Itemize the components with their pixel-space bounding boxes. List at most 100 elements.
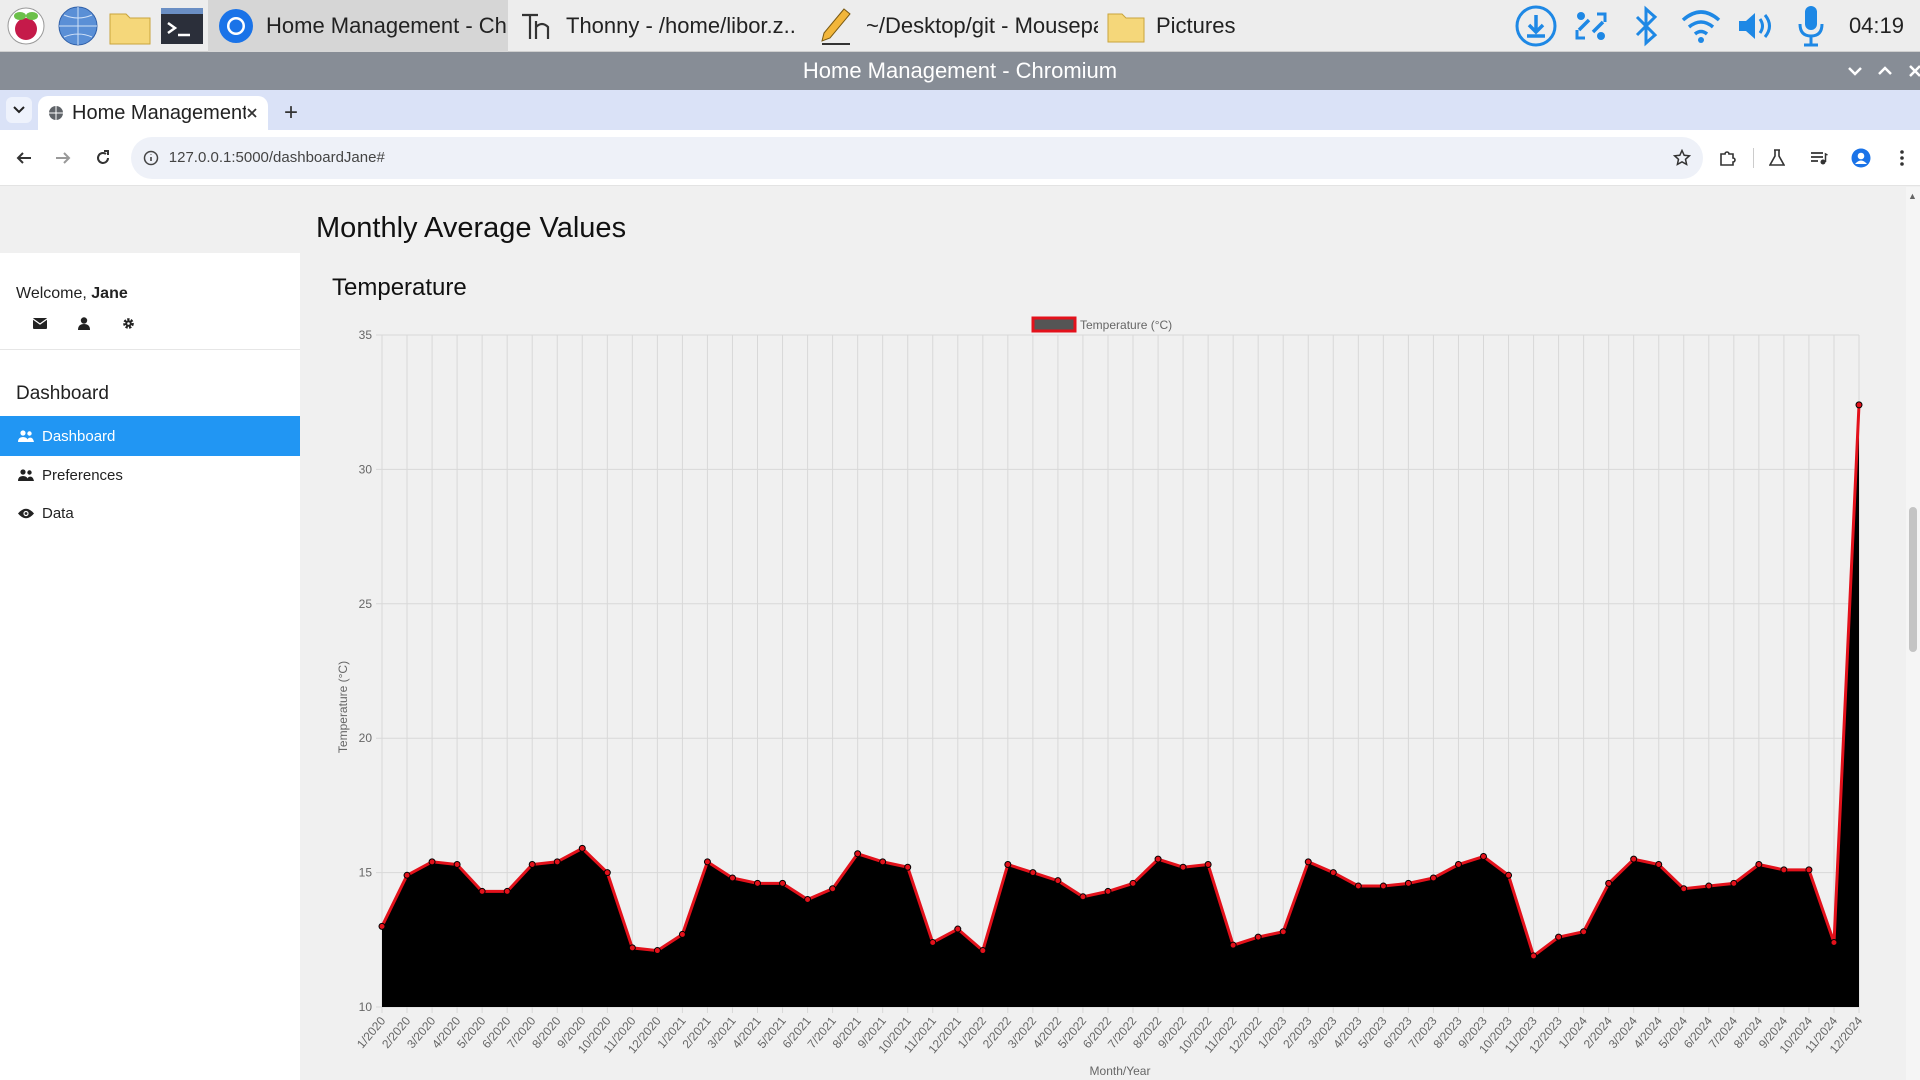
file-manager-launcher-icon[interactable]	[104, 0, 156, 52]
data-point[interactable]	[703, 858, 711, 866]
data-point[interactable]	[1229, 941, 1237, 949]
sync-icon[interactable]	[1564, 0, 1619, 52]
data-point[interactable]	[1204, 861, 1212, 869]
data-point[interactable]	[1705, 882, 1713, 890]
data-point[interactable]	[378, 922, 386, 930]
data-point[interactable]	[1429, 874, 1437, 882]
data-point[interactable]	[503, 887, 511, 895]
data-point[interactable]	[1054, 877, 1062, 885]
data-point[interactable]	[804, 895, 812, 903]
data-point[interactable]	[578, 844, 586, 852]
data-point[interactable]	[879, 858, 887, 866]
temperature-chart[interactable]: 101520253035 1/20202/20203/20204/20205/2…	[330, 307, 1900, 1080]
legend-swatch[interactable]	[1031, 316, 1077, 333]
envelope-icon[interactable]	[30, 313, 50, 333]
tab-search-button[interactable]	[6, 97, 32, 123]
browser-tab[interactable]: Home Management	[38, 96, 268, 130]
terminal-launcher-icon[interactable]	[156, 0, 208, 52]
data-point[interactable]	[1254, 933, 1262, 941]
data-point[interactable]	[1304, 858, 1312, 866]
download-icon[interactable]	[1509, 0, 1564, 52]
data-point[interactable]	[428, 858, 436, 866]
url-text[interactable]: 127.0.0.1:5000/dashboardJane#	[169, 149, 1673, 166]
web-browser-launcher-icon[interactable]	[52, 0, 104, 52]
data-point[interactable]	[653, 947, 661, 955]
sidebar-item-data[interactable]: Data	[0, 493, 300, 533]
forward-button[interactable]	[46, 140, 82, 176]
task-pictures[interactable]: Pictures	[1098, 0, 1258, 52]
data-point[interactable]	[1530, 952, 1538, 960]
task-mousepad[interactable]: ~/Desktop/git - Mousepa..	[808, 0, 1098, 52]
data-point[interactable]	[1780, 866, 1788, 874]
scroll-up-icon[interactable]: ▲	[1908, 191, 1917, 201]
data-point[interactable]	[1479, 852, 1487, 860]
data-point[interactable]	[628, 944, 636, 952]
data-point[interactable]	[1279, 928, 1287, 936]
data-point[interactable]	[1079, 893, 1087, 901]
data-point[interactable]	[678, 930, 686, 938]
data-point[interactable]	[553, 858, 561, 866]
data-point[interactable]	[1855, 401, 1863, 409]
data-point[interactable]	[779, 879, 787, 887]
gear-icon[interactable]	[118, 313, 138, 333]
data-point[interactable]	[1154, 855, 1162, 863]
data-point[interactable]	[1379, 882, 1387, 890]
task-chromium[interactable]: Home Management - Ch..	[208, 0, 508, 52]
site-info-icon[interactable]	[143, 150, 159, 166]
extensions-button[interactable]	[1709, 140, 1745, 176]
profile-button[interactable]	[1843, 140, 1879, 176]
maximize-icon[interactable]	[1870, 56, 1900, 86]
reload-button[interactable]	[85, 140, 121, 176]
data-point[interactable]	[1505, 871, 1513, 879]
page-scrollbar[interactable]: ▲	[1906, 187, 1920, 1080]
microphone-icon[interactable]	[1784, 0, 1839, 52]
wifi-icon[interactable]	[1674, 0, 1729, 52]
data-point[interactable]	[979, 947, 987, 955]
data-point[interactable]	[854, 850, 862, 858]
data-point[interactable]	[1580, 928, 1588, 936]
close-icon[interactable]	[1900, 56, 1920, 86]
data-point[interactable]	[728, 874, 736, 882]
data-point[interactable]	[603, 869, 611, 877]
data-point[interactable]	[1655, 861, 1663, 869]
bluetooth-icon[interactable]	[1619, 0, 1674, 52]
scrollbar-thumb[interactable]	[1909, 507, 1917, 652]
data-point[interactable]	[1129, 879, 1137, 887]
sidebar-item-preferences[interactable]: Preferences	[0, 455, 300, 495]
data-point[interactable]	[754, 879, 762, 887]
minimize-icon[interactable]	[1840, 56, 1870, 86]
tab-close-icon[interactable]	[246, 107, 258, 119]
data-point[interactable]	[954, 925, 962, 933]
raspberry-menu-icon[interactable]	[0, 0, 52, 52]
data-point[interactable]	[929, 938, 937, 946]
data-point[interactable]	[1630, 855, 1638, 863]
data-point[interactable]	[1730, 879, 1738, 887]
data-point[interactable]	[1755, 861, 1763, 869]
data-point[interactable]	[403, 871, 411, 879]
task-thonny[interactable]: Thonny - /home/libor.z..	[508, 0, 808, 52]
new-tab-button[interactable]: +	[274, 96, 308, 130]
bookmark-star-icon[interactable]	[1673, 148, 1692, 167]
data-point[interactable]	[1104, 887, 1112, 895]
data-point[interactable]	[1179, 863, 1187, 871]
data-point[interactable]	[904, 863, 912, 871]
clock[interactable]: 04:19	[1839, 13, 1920, 39]
data-point[interactable]	[1029, 869, 1037, 877]
data-point[interactable]	[1805, 866, 1813, 874]
data-point[interactable]	[528, 861, 536, 869]
data-point[interactable]	[1404, 879, 1412, 887]
data-point[interactable]	[1454, 861, 1462, 869]
data-point[interactable]	[1680, 885, 1688, 893]
data-point[interactable]	[1830, 938, 1838, 946]
data-point[interactable]	[1329, 869, 1337, 877]
legend-label[interactable]: Temperature (°C)	[1080, 318, 1172, 332]
sidebar-item-dashboard[interactable]: Dashboard	[0, 416, 300, 456]
data-point[interactable]	[478, 887, 486, 895]
user-icon[interactable]	[74, 313, 94, 333]
browser-menu-button[interactable]	[1884, 140, 1920, 176]
data-point[interactable]	[453, 861, 461, 869]
volume-icon[interactable]	[1729, 0, 1784, 52]
data-point[interactable]	[1354, 882, 1362, 890]
address-bar[interactable]: 127.0.0.1:5000/dashboardJane#	[130, 136, 1704, 179]
labs-button[interactable]	[1760, 140, 1796, 176]
